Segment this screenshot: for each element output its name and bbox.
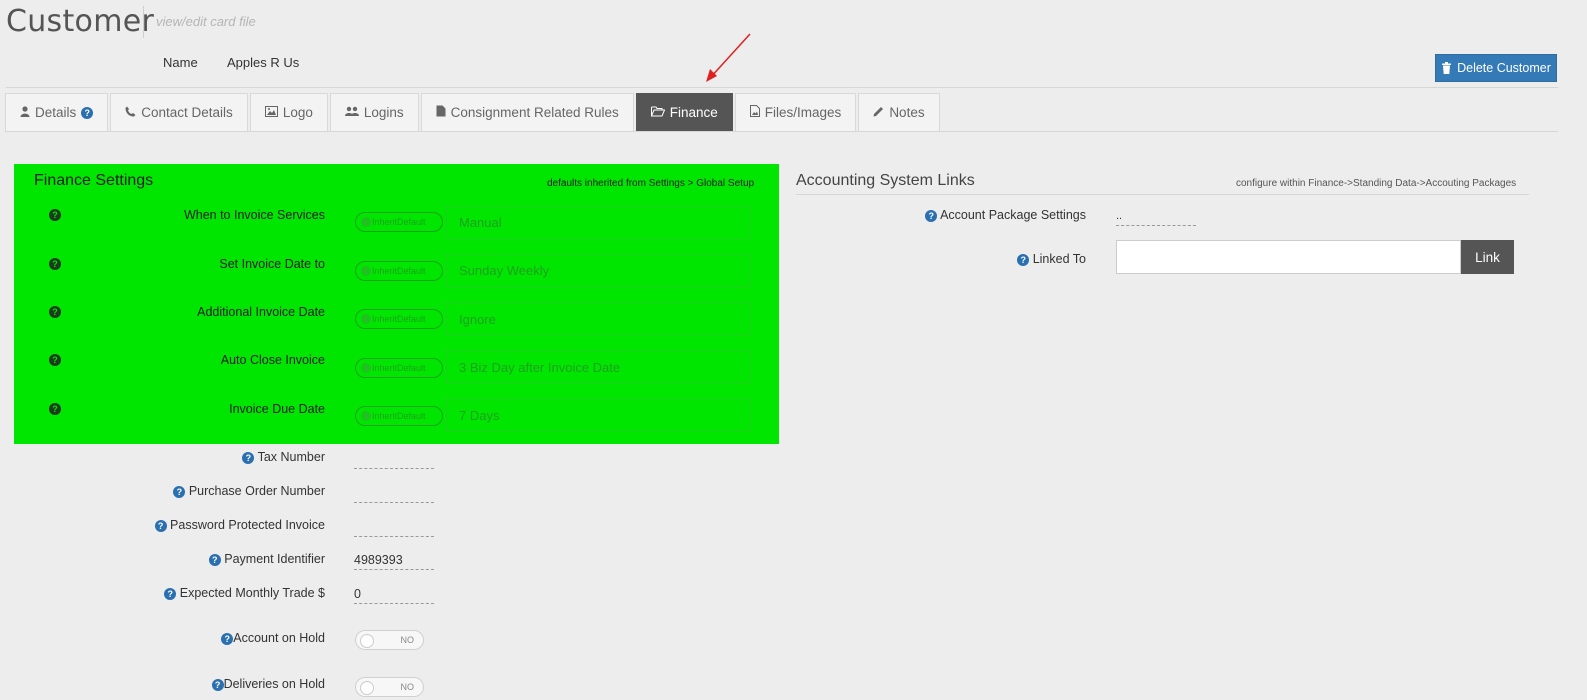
page-subtitle: view/edit card file: [156, 14, 256, 29]
inherit-default-toggle[interactable]: InheritDefault: [355, 212, 443, 232]
customer-name-label: Name: [163, 55, 198, 70]
help-icon[interactable]: ?: [173, 485, 186, 498]
tab-contact-details-label: Contact Details: [141, 105, 233, 120]
help-icon[interactable]: ?: [242, 451, 255, 464]
inherit-default-toggle[interactable]: InheritDefault: [355, 261, 443, 281]
delete-customer-button[interactable]: Delete Customer: [1435, 54, 1557, 82]
tab-bar: Details ? Contact Details Logo Logins Co…: [5, 93, 942, 132]
help-icon[interactable]: ?: [164, 587, 177, 600]
accounting-links-title: Accounting System Links: [796, 172, 975, 189]
finance-row-label: Auto Close Invoice: [220, 353, 325, 367]
finance-row-label: When to Invoice Services: [183, 208, 325, 222]
finance-row-value: 3 Biz Day after Invoice Date: [446, 351, 751, 384]
password-invoice-field[interactable]: [354, 520, 434, 537]
tab-logins[interactable]: Logins: [329, 93, 419, 131]
title-divider: [143, 6, 144, 38]
header-divider: [6, 87, 1558, 88]
finance-row-label: Invoice Due Date: [229, 402, 325, 416]
tab-details-label: Details: [35, 105, 77, 120]
trash-icon: [1442, 62, 1452, 74]
tax-number-label: ? Tax Number: [5, 450, 325, 464]
tab-notes-label: Notes: [889, 105, 925, 120]
customer-name-value: Apples R Us: [227, 55, 300, 70]
account-package-value[interactable]: ..: [1116, 210, 1196, 226]
finance-settings-title: Finance Settings: [34, 172, 154, 189]
delete-customer-label: Delete Customer: [1457, 61, 1551, 75]
help-icon[interactable]: ?: [211, 678, 224, 691]
users-icon: [344, 106, 359, 120]
inherit-default-toggle[interactable]: InheritDefault: [355, 309, 443, 329]
tab-finance[interactable]: Finance: [635, 93, 733, 131]
inherit-default-toggle[interactable]: InheritDefault: [355, 406, 443, 426]
page-title: Customer: [6, 4, 155, 39]
purchase-order-label: ? Purchase Order Number: [5, 484, 325, 498]
help-icon[interactable]: ?: [221, 632, 234, 645]
payment-identifier-label: ? Payment Identifier: [5, 552, 325, 566]
finance-row-value: Manual: [446, 206, 751, 239]
help-icon[interactable]: ?: [49, 403, 61, 415]
expected-trade-field[interactable]: 0: [354, 587, 434, 604]
tab-files-images[interactable]: Files/Images: [734, 93, 857, 131]
finance-row-value: Ignore: [446, 303, 751, 336]
account-on-hold-label: ? Account on Hold: [5, 631, 325, 645]
help-icon[interactable]: ?: [49, 258, 61, 270]
tab-notes[interactable]: Notes: [858, 93, 940, 131]
accounting-divider: [796, 194, 1529, 195]
help-icon[interactable]: ?: [154, 519, 167, 532]
help-icon[interactable]: ?: [49, 306, 61, 318]
help-icon[interactable]: ?: [81, 106, 94, 119]
tab-contact-details[interactable]: Contact Details: [110, 93, 248, 131]
pencil-icon: [873, 106, 884, 120]
finance-settings-note: defaults inherited from Settings > Globa…: [547, 178, 755, 189]
tab-consignment-rules-label: Consignment Related Rules: [450, 105, 619, 120]
password-invoice-label: ? Password Protected Invoice: [5, 518, 325, 532]
deliveries-on-hold-toggle[interactable]: NO: [355, 677, 424, 697]
tab-details[interactable]: Details ?: [5, 93, 109, 131]
inherit-default-toggle[interactable]: InheritDefault: [355, 358, 443, 378]
accounting-links-note: configure within Finance->Standing Data-…: [1236, 178, 1517, 189]
account-package-label: ? Account Package Settings: [786, 208, 1086, 222]
linked-to-label: ? Linked To: [786, 252, 1086, 266]
annotation-arrow-icon: [706, 33, 751, 82]
tab-consignment-rules[interactable]: Consignment Related Rules: [420, 93, 634, 131]
payment-identifier-field[interactable]: 4989393: [354, 553, 434, 570]
folder-open-icon: [650, 106, 665, 120]
link-button[interactable]: Link: [1461, 240, 1514, 274]
help-icon[interactable]: ?: [49, 354, 61, 366]
tab-logins-label: Logins: [363, 105, 404, 120]
file-icon: [436, 105, 446, 120]
linked-to-input[interactable]: [1116, 240, 1461, 274]
deliveries-on-hold-label: ? Deliveries on Hold: [5, 677, 325, 691]
help-icon[interactable]: ?: [49, 209, 61, 221]
help-icon[interactable]: ?: [1017, 253, 1030, 266]
tax-number-field[interactable]: [354, 452, 434, 469]
tab-files-images-label: Files/Images: [764, 105, 842, 120]
account-on-hold-toggle[interactable]: NO: [355, 630, 424, 650]
tab-logo[interactable]: Logo: [249, 93, 328, 131]
finance-row-label: Set Invoice Date to: [219, 257, 325, 271]
image-icon: [264, 105, 278, 120]
tab-logo-label: Logo: [282, 105, 313, 120]
tab-finance-label: Finance: [669, 105, 718, 120]
finance-row-value: Sunday Weekly: [446, 254, 751, 287]
phone-icon: [125, 106, 136, 120]
finance-row-label: Additional Invoice Date: [197, 305, 325, 319]
finance-row-value: 7 Days: [446, 399, 751, 432]
tabs-divider: [5, 131, 1558, 132]
expected-trade-label: ? Expected Monthly Trade $: [5, 586, 325, 600]
help-icon[interactable]: ?: [208, 553, 221, 566]
help-icon[interactable]: ?: [925, 209, 938, 222]
purchase-order-field[interactable]: [354, 486, 434, 503]
user-icon: [20, 105, 30, 120]
file-image-icon: [749, 105, 760, 120]
